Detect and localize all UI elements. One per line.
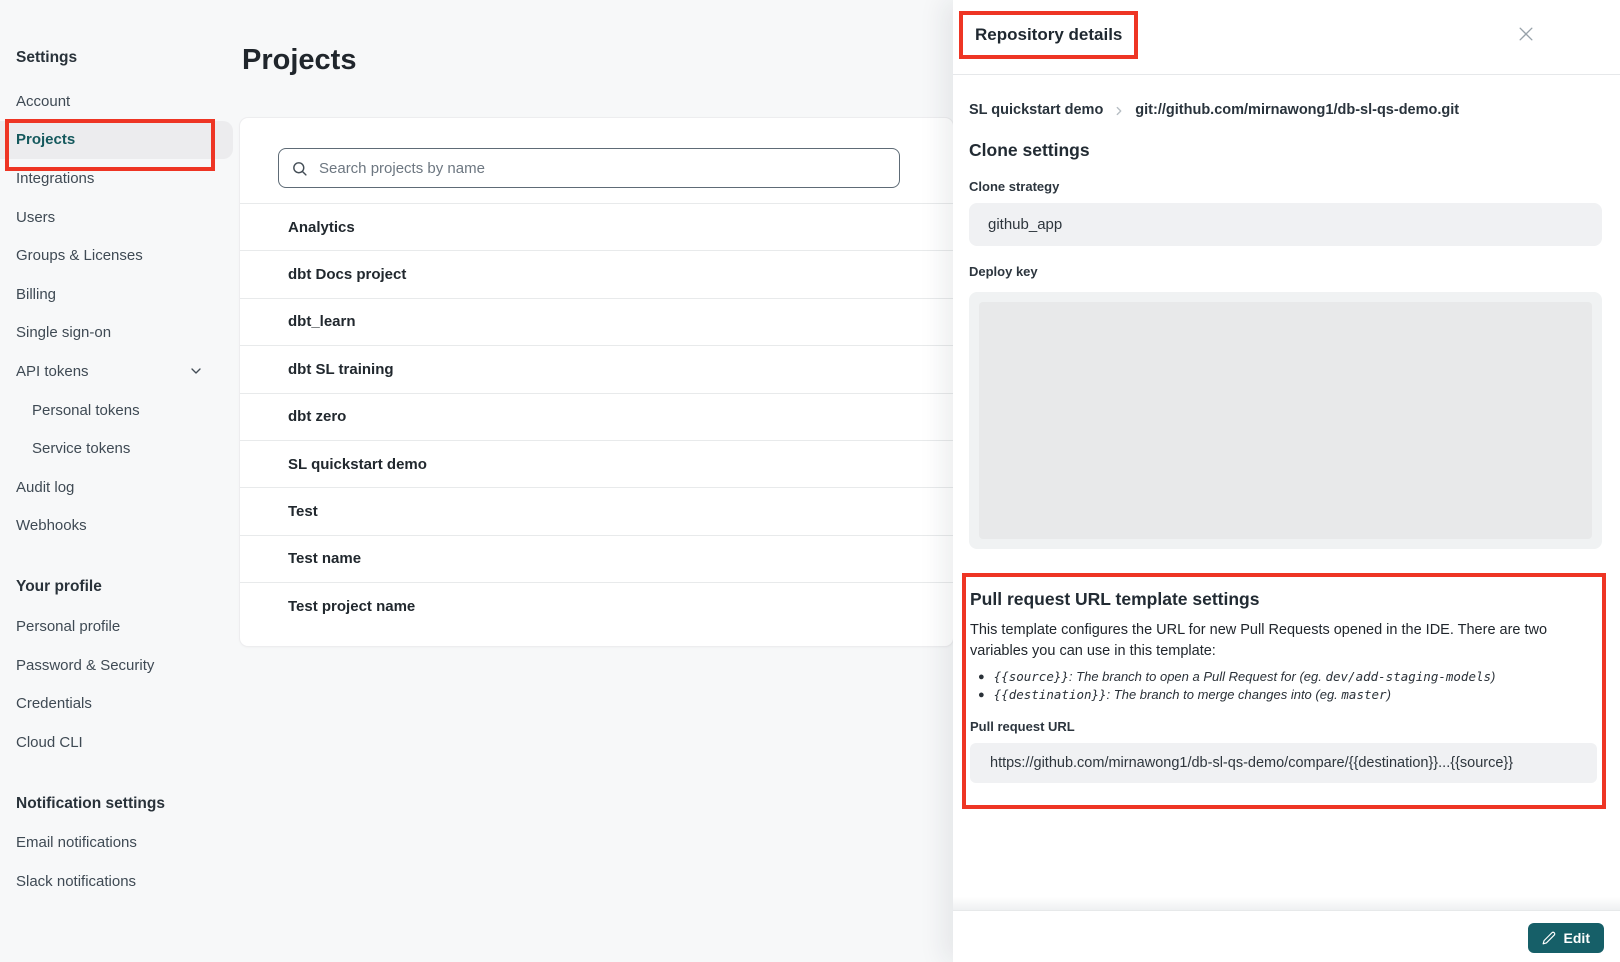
annotation-box-pull-request-settings: Pull request URL template settings This …: [962, 573, 1606, 809]
pencil-icon: [1542, 931, 1556, 945]
project-row[interactable]: dbt Docs project: [240, 250, 953, 297]
pull-request-description: This template configures the URL for new…: [970, 620, 1597, 662]
sidebar-section-notification-settings: Notification settings: [0, 794, 240, 814]
breadcrumb-project-name: SL quickstart demo: [969, 102, 1103, 118]
deploy-key-label: Deploy key: [969, 264, 1602, 279]
panel-footer: Edit: [953, 910, 1620, 962]
page-title: Projects: [242, 44, 356, 77]
annotation-box-repository-details: Repository details: [959, 11, 1138, 59]
breadcrumb: SL quickstart demo git://github.com/mirn…: [969, 102, 1602, 118]
settings-sidebar: Settings Account Projects Integrations U…: [0, 0, 240, 962]
pull-request-heading: Pull request URL template settings: [970, 589, 1597, 610]
sidebar-item-users[interactable]: Users: [0, 198, 240, 237]
sidebar-item-api-tokens[interactable]: API tokens: [0, 352, 240, 391]
bullet-dot: ●: [978, 689, 985, 701]
footer-scroll-shadow: [953, 897, 1620, 910]
close-icon[interactable]: [1516, 24, 1536, 44]
search-input[interactable]: [278, 148, 900, 188]
deploy-key-redacted-value: [979, 302, 1592, 539]
project-row[interactable]: Test name: [240, 535, 953, 582]
sidebar-item-cloud-cli[interactable]: Cloud CLI: [0, 723, 240, 762]
project-row[interactable]: Analytics: [240, 203, 953, 250]
chevron-down-icon: [188, 363, 204, 383]
sidebar-item-groups-licenses[interactable]: Groups & Licenses: [0, 236, 240, 275]
pull-request-url-label: Pull request URL: [970, 719, 1597, 734]
sidebar-item-billing[interactable]: Billing: [0, 275, 240, 314]
sidebar-item-email-notifications[interactable]: Email notifications: [0, 824, 240, 863]
sidebar-item-account[interactable]: Account: [0, 82, 240, 121]
project-row[interactable]: Test: [240, 487, 953, 534]
clone-strategy-label: Clone strategy: [969, 179, 1602, 194]
project-row[interactable]: dbt SL training: [240, 345, 953, 392]
pull-request-url-field: https://github.com/mirnawong1/db-sl-qs-d…: [970, 743, 1597, 783]
panel-title: Repository details: [975, 25, 1122, 44]
projects-card: Analytics dbt Docs project dbt_learn dbt…: [240, 118, 953, 646]
panel-header: Repository details: [953, 0, 1620, 75]
panel-body: SL quickstart demo git://github.com/mirn…: [953, 102, 1620, 809]
deploy-key-field: [969, 292, 1602, 549]
edit-button[interactable]: Edit: [1528, 923, 1604, 953]
chevron-right-icon: [1112, 104, 1126, 118]
clone-settings-heading: Clone settings: [969, 140, 1602, 161]
list-item: ●{{source}}: The branch to open a Pull R…: [970, 669, 1597, 687]
sidebar-item-audit-log[interactable]: Audit log: [0, 468, 240, 507]
clone-strategy-field: github_app: [969, 203, 1602, 246]
bullet-dot: ●: [978, 671, 985, 683]
sidebar-section-your-profile: Your profile: [0, 577, 240, 597]
sidebar-item-single-sign-on[interactable]: Single sign-on: [0, 314, 240, 353]
sidebar-item-personal-tokens[interactable]: Personal tokens: [0, 391, 240, 430]
sidebar-item-password-security[interactable]: Password & Security: [0, 646, 240, 685]
sidebar-section-settings: Settings: [0, 48, 240, 68]
project-search: [278, 148, 913, 188]
sidebar-item-credentials[interactable]: Credentials: [0, 684, 240, 723]
project-row[interactable]: Test project name: [240, 582, 953, 629]
sidebar-item-integrations[interactable]: Integrations: [0, 159, 240, 198]
sidebar-item-personal-profile[interactable]: Personal profile: [0, 607, 240, 646]
repository-details-panel: Repository details SL quickstart demo gi…: [953, 0, 1620, 962]
search-icon: [291, 160, 308, 182]
list-item: ●{{destination}}: The branch to merge ch…: [970, 687, 1597, 705]
project-row[interactable]: dbt_learn: [240, 298, 953, 345]
sidebar-item-service-tokens[interactable]: Service tokens: [0, 429, 240, 468]
pull-request-variable-list: ●{{source}}: The branch to open a Pull R…: [970, 669, 1597, 704]
project-row[interactable]: dbt zero: [240, 393, 953, 440]
sidebar-item-projects[interactable]: Projects: [0, 121, 233, 160]
sidebar-item-webhooks[interactable]: Webhooks: [0, 507, 240, 546]
sidebar-item-slack-notifications[interactable]: Slack notifications: [0, 862, 240, 901]
project-row[interactable]: SL quickstart demo: [240, 440, 953, 487]
project-list: Analytics dbt Docs project dbt_learn dbt…: [240, 203, 953, 630]
breadcrumb-repo-url: git://github.com/mirnawong1/db-sl-qs-dem…: [1135, 102, 1459, 118]
